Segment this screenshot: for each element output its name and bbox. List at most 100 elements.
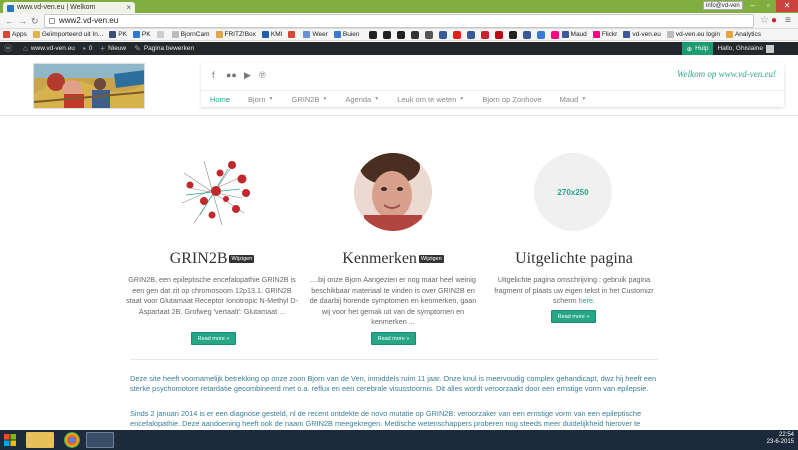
menu-item-grin2b[interactable]: GRIN2B ▼ [282,91,336,108]
system-tray[interactable]: 22:54 23-6-2015 [767,432,794,448]
feature-text-grin2b: GRIN2B, een epileptische encefalopathie … [126,275,298,316]
plus-icon: + [100,44,106,53]
bookmark-item[interactable]: vd-ven.eu login [666,31,720,38]
bookmark-item[interactable] [156,31,166,38]
clock-date: 23-6-2015 [766,439,794,445]
facebook-icon[interactable]: f [212,70,215,80]
read-more-button-kenmerken[interactable]: Read more » [371,332,416,345]
chrome-active-window-icon[interactable] [86,432,114,448]
bookmark-site-icon[interactable] [508,30,517,39]
bookmark-item[interactable]: FRITZ!Box [215,31,256,38]
bookmark-site-icon[interactable] [466,30,475,39]
maximize-icon[interactable]: ▫ [761,0,777,12]
edit-badge[interactable]: Wijzigen [229,255,255,264]
welcome-tagline: Welkom op www.vd-ven.eu! [677,69,776,79]
bookmark-item[interactable]: Buien [333,31,360,38]
back-icon[interactable]: ← [5,16,14,26]
home-icon: ⌂ [23,44,28,53]
site-header: f ●● ▶ ℗ Welkom op www.vd-ven.eu! Home Bj… [0,55,798,116]
bookmark-item[interactable]: Geïmporteerd uit In... [32,31,103,38]
bookmark-site-icon[interactable] [396,30,405,39]
bookmark-favicon-icon [303,31,311,38]
bookmark-favicon-icon [288,31,296,38]
menu-item-bjorn-op-zonhove[interactable]: Bjorn op Zonhove [473,91,550,108]
reload-icon[interactable]: ↻ [31,16,39,26]
browser-toolbar: ← → ↻ www2.vd-ven.eu ☆ ● ≡ [0,13,798,29]
star-icon[interactable]: ☆ [760,15,769,26]
menu-item-maud[interactable]: Maud ▼ [551,91,596,108]
bookmark-item[interactable]: Apps [3,31,27,38]
pinterest-icon[interactable]: ℗ [259,70,266,80]
bookmark-item[interactable]: Maud [561,31,587,38]
feature-image-placeholder[interactable]: 270x250 [534,153,612,231]
menu-item-leuk-om-te-weten[interactable]: Leuk om te weten ▼ [388,91,473,108]
feature-text-kenmerken: ....bij onze Bjorn Aangezien er nog maar… [309,275,477,326]
read-more-button-uitgelichte[interactable]: Read more » [551,310,596,323]
bookmark-favicon-icon [623,31,631,38]
wp-admin-bar: ⓦ ⌂ www.vd-ven.eu ▪ 0 + Nieuw ✎ Pagina bewer… [0,42,798,55]
feature-title-kenmerken[interactable]: Kenmerken Wijzigen [293,250,493,268]
feature-image-kenmerken[interactable] [354,153,432,231]
comment-icon: ▪ [82,44,86,53]
windows-start-icon[interactable] [4,434,16,446]
menu-item-agenda[interactable]: Agenda ▼ [336,91,388,108]
bookmark-site-icon[interactable] [382,30,391,39]
bookmark-site-icon[interactable] [550,30,559,39]
bookmark-item[interactable]: PK [132,31,151,38]
menu-item-home[interactable]: Home [201,91,239,108]
new-content-link[interactable]: + Nieuw [100,44,126,53]
comments-link[interactable]: ▪ 0 [83,44,92,53]
page-info-icon[interactable] [49,18,55,24]
plus-circle-icon: ⊕ [686,45,693,53]
bookmark-site-icon[interactable] [452,30,461,39]
admin-site-link[interactable]: ⌂ www.vd-ven.eu [23,44,75,53]
diagnosis-paragraph: Sinds 2 januari 2014 is er een diagnose … [130,409,642,428]
bookmark-item[interactable]: Weer [303,31,328,38]
navbar: f ●● ▶ ℗ Welkom op www.vd-ven.eu! Home Bj… [201,63,784,107]
address-bar[interactable]: www2.vd-ven.eu [44,14,754,28]
windows-taskbar: 22:54 23-6-2015 [0,430,798,450]
bookmark-site-icon[interactable] [536,30,545,39]
bookmark-site-icon[interactable] [424,30,433,39]
bookmark-item[interactable]: KMI [261,31,282,38]
chrome-icon[interactable] [64,432,80,448]
menu-icon[interactable]: ≡ [785,15,791,26]
bookmark-site-icon[interactable] [410,30,419,39]
bookmark-item[interactable]: BjornCam [171,31,210,38]
bookmark-item[interactable]: vd-ven.eu [623,31,661,38]
bookmark-site-icon[interactable] [494,30,503,39]
file-explorer-icon[interactable] [26,432,54,448]
bookmark-item[interactable]: Flickr [592,31,617,38]
forward-icon[interactable]: → [18,16,27,26]
edit-page-link[interactable]: ✎ Pagina bewerken [134,44,194,53]
bookmark-item[interactable]: Analytics [725,31,761,38]
bookmark-site-icon[interactable] [480,30,489,39]
bookmark-item[interactable] [288,31,297,38]
minimize-icon[interactable]: – [745,0,761,12]
caret-down-icon: ▼ [268,96,274,102]
bookmark-site-icon[interactable] [368,30,377,39]
flickr-icon[interactable]: ●● [226,70,237,80]
menu-item-bjorn[interactable]: Bjorn ▼ [239,91,282,108]
edit-badge[interactable]: Wijzigen [418,255,444,264]
feature-title-uitgelichte[interactable]: Uitgelichte pagina [474,250,674,268]
help-button[interactable]: ⊕ Hulp [681,42,714,55]
feature-title-grin2b[interactable]: GRIN2B Wijzigen [112,250,312,268]
bookmark-item[interactable]: PK [109,31,127,38]
profile-label[interactable]: info@vd-ven [703,1,743,10]
tab-close-icon[interactable]: × [126,3,131,12]
bookmark-site-icon[interactable] [522,30,531,39]
pinterest-extension-icon[interactable]: ● [771,15,777,26]
bookmark-favicon-icon [261,31,269,38]
site-logo[interactable] [33,63,145,109]
read-more-button-grin2b[interactable]: Read more » [191,332,236,345]
window-close-icon[interactable]: ✕ [776,0,798,12]
wordpress-logo-icon[interactable]: ⓦ [4,43,15,54]
youtube-icon[interactable]: ▶ [244,70,251,81]
bookmark-favicon-icon [592,31,600,38]
window-controls: – ▫ ✕ [745,0,798,12]
feature-image-grin2b[interactable] [174,153,252,231]
here-link[interactable]: here [579,296,593,305]
bookmark-site-icon[interactable] [438,30,447,39]
account-menu[interactable]: Hallo, Ghislaine [717,44,774,53]
